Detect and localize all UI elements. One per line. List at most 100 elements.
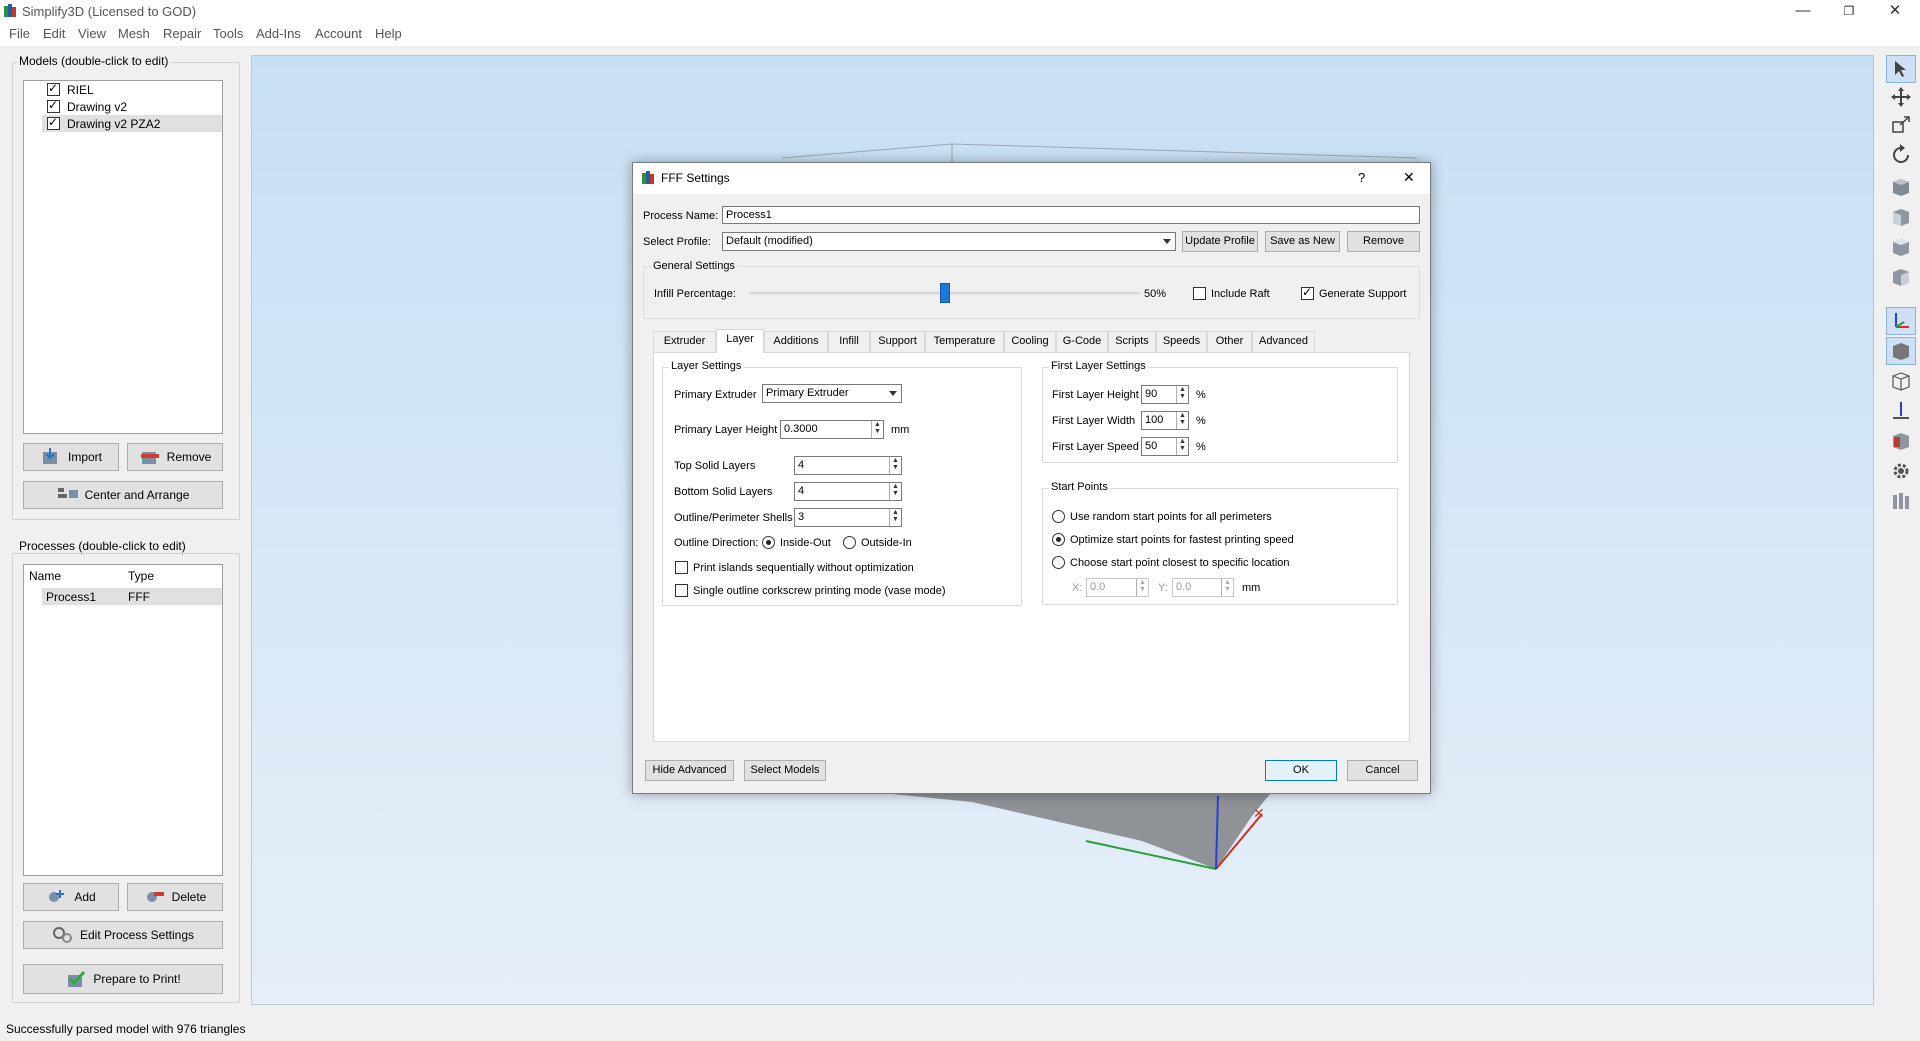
edit-process-settings-button[interactable]: Edit Process Settings (23, 921, 223, 949)
spinner-arrows-icon[interactable]: ▲ ▼ (1221, 579, 1233, 596)
menu-account[interactable]: Account (315, 26, 362, 41)
menu-help[interactable]: Help (375, 26, 402, 41)
remove-profile-button[interactable]: Remove (1347, 231, 1420, 252)
import-button[interactable]: Import (23, 443, 119, 471)
spinner-arrows-icon[interactable]: ▲ ▼ (889, 483, 901, 500)
primary-extruder-dropdown[interactable]: Primary Extruder (762, 384, 902, 403)
tab-scripts[interactable]: Scripts (1108, 331, 1156, 352)
support-view-button[interactable] (1886, 427, 1916, 455)
menu-view[interactable]: View (78, 26, 106, 41)
axes-toggle-button[interactable] (1886, 307, 1916, 335)
processes-list[interactable]: Name Type Process1 FFF (23, 564, 223, 876)
menu-tools[interactable]: Tools (213, 26, 243, 41)
dialog-help-button[interactable]: ? (1358, 170, 1365, 185)
include-raft-checkbox[interactable] (1193, 287, 1206, 300)
update-profile-button[interactable]: Update Profile (1182, 231, 1258, 252)
remove-model-button[interactable]: Remove (127, 443, 223, 471)
vase-mode-checkbox[interactable] (675, 584, 688, 597)
process-name-input[interactable]: Process1 (722, 206, 1420, 224)
outside-in-radio[interactable] (843, 536, 856, 549)
tab-additions[interactable]: Additions (764, 331, 828, 352)
spinner-arrows-icon[interactable]: ▲ ▼ (1136, 579, 1148, 596)
minimize-button[interactable]: — (1780, 0, 1826, 24)
spinner-arrows-icon[interactable]: ▲ ▼ (1176, 412, 1188, 429)
start-point-unit: mm (1242, 582, 1261, 594)
move-tool-button[interactable] (1886, 83, 1916, 111)
tab-temperature[interactable]: Temperature (925, 331, 1004, 352)
view-side-button[interactable] (1886, 263, 1916, 291)
menu-edit[interactable]: Edit (43, 26, 65, 41)
tab-extruder[interactable]: Extruder (653, 331, 716, 352)
table-row[interactable]: Process1 FFF (42, 588, 222, 605)
inside-out-radio[interactable] (762, 536, 775, 549)
menu-repair[interactable]: Repair (163, 26, 201, 41)
primary-layer-height-input[interactable]: 0.3000 ▲ ▼ (780, 420, 884, 439)
column-header-name[interactable]: Name (29, 569, 61, 583)
first-layer-width-input[interactable]: 100 ▲ ▼ (1141, 411, 1189, 430)
generate-support-checkbox[interactable] (1301, 285, 1314, 300)
outline-shells-input[interactable]: 3 ▲ ▼ (794, 508, 902, 527)
spinner-arrows-icon[interactable]: ▲ ▼ (1176, 438, 1188, 455)
tab-advanced[interactable]: Advanced (1252, 331, 1315, 352)
top-solid-layers-input[interactable]: 4 ▲ ▼ (794, 456, 902, 475)
list-item[interactable]: RIEL (24, 81, 222, 98)
view-front-button[interactable] (1886, 203, 1916, 231)
first-layer-height-input[interactable]: 90 ▲ ▼ (1141, 385, 1189, 404)
center-arrange-button[interactable]: Center and Arrange (23, 481, 223, 509)
settings-tool-button[interactable] (1886, 457, 1916, 485)
dialog-close-button[interactable]: ✕ (1403, 169, 1415, 186)
menu-add-ins[interactable]: Add-Ins (256, 26, 301, 41)
spinner-arrows-icon[interactable]: ▲ ▼ (889, 509, 901, 526)
infill-slider-thumb[interactable] (940, 283, 950, 303)
solid-view-button[interactable] (1886, 337, 1916, 365)
first-layer-speed-input[interactable]: 50 ▲ ▼ (1141, 437, 1189, 456)
tab-other[interactable]: Other (1207, 331, 1252, 352)
delete-process-button[interactable]: Delete (127, 883, 223, 911)
prepare-to-print-button[interactable]: Prepare to Print! (23, 964, 223, 994)
tab-layer[interactable]: Layer (716, 329, 764, 353)
cross-section-button[interactable] (1886, 397, 1916, 425)
spinner-arrows-icon[interactable]: ▲ ▼ (871, 421, 883, 438)
optimize-start-points-radio[interactable] (1052, 533, 1065, 546)
tab-infill[interactable]: Infill (828, 331, 870, 352)
bars-view-button[interactable] (1886, 487, 1916, 515)
rotate-tool-button[interactable] (1886, 141, 1916, 169)
model-visible-checkbox[interactable] (47, 115, 60, 130)
spinner-arrows-icon[interactable]: ▲ ▼ (1176, 386, 1188, 403)
print-islands-checkbox[interactable] (675, 561, 688, 574)
bottom-solid-layers-input[interactable]: 4 ▲ ▼ (794, 482, 902, 501)
tab-support[interactable]: Support (870, 331, 925, 352)
menu-file[interactable]: File (9, 26, 30, 41)
tab-cooling[interactable]: Cooling (1004, 331, 1056, 352)
start-y-input[interactable]: 0.0 ▲ ▼ (1172, 578, 1234, 597)
random-start-points-radio[interactable] (1052, 510, 1065, 523)
list-item[interactable]: Drawing v2 (24, 98, 222, 115)
scale-tool-button[interactable] (1886, 111, 1916, 139)
menu-mesh[interactable]: Mesh (118, 26, 150, 41)
model-visible-checkbox[interactable] (47, 81, 60, 96)
ok-button[interactable]: OK (1265, 760, 1337, 781)
list-item-selected[interactable]: Drawing v2 PZA2 (42, 115, 222, 132)
wireframe-view-button[interactable] (1886, 367, 1916, 395)
spinner-arrows-icon[interactable]: ▲ ▼ (889, 457, 901, 474)
start-x-input[interactable]: 0.0 ▲ ▼ (1086, 578, 1149, 597)
tab-gcode[interactable]: G-Code (1056, 331, 1108, 352)
models-list[interactable]: RIEL Drawing v2 Drawing v2 PZA2 (23, 80, 223, 434)
close-button[interactable]: ✕ (1872, 0, 1918, 24)
add-process-button[interactable]: Add (23, 883, 119, 911)
column-header-type[interactable]: Type (128, 569, 154, 583)
model-visible-checkbox[interactable] (47, 98, 60, 113)
view-iso-button[interactable] (1886, 173, 1916, 201)
restore-button[interactable]: ❐ (1826, 0, 1872, 24)
closest-start-point-radio[interactable] (1052, 556, 1065, 569)
select-models-button[interactable]: Select Models (744, 760, 826, 781)
tab-speeds[interactable]: Speeds (1156, 331, 1207, 352)
save-as-new-button[interactable]: Save as New (1265, 231, 1340, 252)
view-top-button[interactable] (1886, 233, 1916, 261)
cancel-button[interactable]: Cancel (1347, 760, 1418, 781)
inside-out-label: Inside-Out (780, 537, 831, 549)
hide-advanced-button[interactable]: Hide Advanced (645, 760, 734, 781)
select-tool-button[interactable] (1886, 55, 1916, 83)
include-raft-label: Include Raft (1211, 288, 1270, 300)
select-profile-dropdown[interactable]: Default (modified) (722, 232, 1176, 251)
